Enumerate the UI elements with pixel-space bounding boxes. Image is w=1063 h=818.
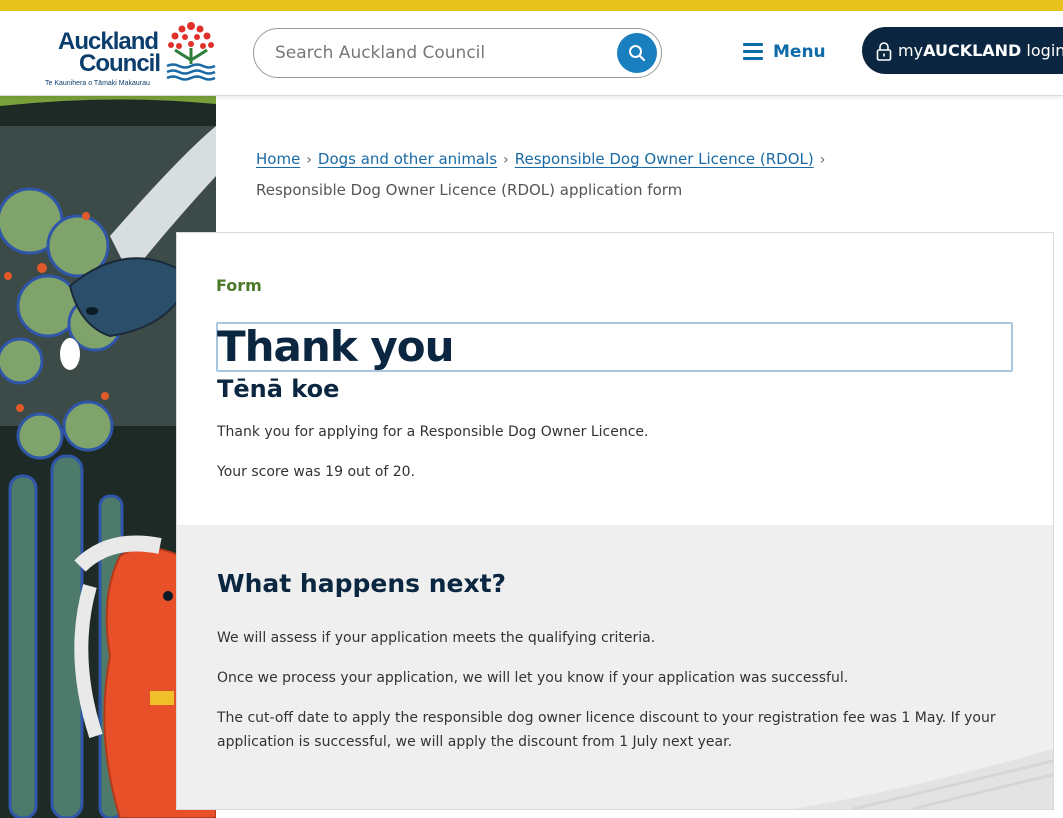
search-icon [629,45,646,62]
form-kicker: Form [216,276,262,295]
next-steps-title: What happens next? [217,569,507,598]
search-button[interactable] [617,33,657,73]
logo-tagline: Te Kaunihera o Tāmaki Makaurau [45,80,150,87]
breadcrumb-link-dogs[interactable]: Dogs and other animals [318,150,497,168]
myauckland-login-button[interactable]: myAUCKLAND login [862,27,1063,74]
pohutukawa-logo-icon [166,22,216,81]
score-text: Your score was 19 out of 20. [217,464,416,480]
breadcrumb: Home › Dogs and other animals › Responsible … [256,144,1036,205]
hamburger-icon [743,43,763,61]
breadcrumb-link-home[interactable]: Home [256,150,300,168]
form-result-card: Form Thank you Tēnā koe Thank you for ap… [176,232,1054,810]
logo-word-council: Council [79,50,161,77]
auckland-council-logo[interactable]: Auckland Council Te Kaunihera o Tāmaki M… [44,20,219,87]
next-step-paragraph: We will assess if your application meets… [217,630,656,646]
search-bar [253,28,662,78]
chevron-right-icon: › [819,152,826,168]
site-header: Auckland Council Te Kaunihera o Tāmaki M… [0,11,1063,96]
chevron-right-icon: › [306,152,312,168]
breadcrumb-current: Responsible Dog Owner Licence (RDOL) app… [256,181,683,199]
next-step-paragraph: The cut-off date to apply the responsibl… [217,710,996,750]
chevron-right-icon: › [503,152,509,168]
next-step-paragraph: Once we process your application, we wil… [217,670,849,686]
thank-you-message: Thank you for applying for a Responsible… [217,424,649,440]
thank-you-section: Form Thank you Tēnā koe Thank you for ap… [177,233,1053,525]
page-subtitle: Tēnā koe [217,375,340,403]
lock-icon [876,41,892,61]
decorative-pattern [793,749,1053,809]
page-title: Thank you [217,322,454,371]
menu-button[interactable]: Menu [743,39,826,65]
search-input[interactable] [275,41,605,65]
next-steps-section: What happens next? We will assess if you… [177,525,1053,809]
breadcrumb-link-rdol[interactable]: Responsible Dog Owner Licence (RDOL) [515,150,814,168]
login-label: myAUCKLAND login [898,41,1063,60]
menu-label: Menu [773,42,826,62]
top-accent-bar [0,0,1063,11]
